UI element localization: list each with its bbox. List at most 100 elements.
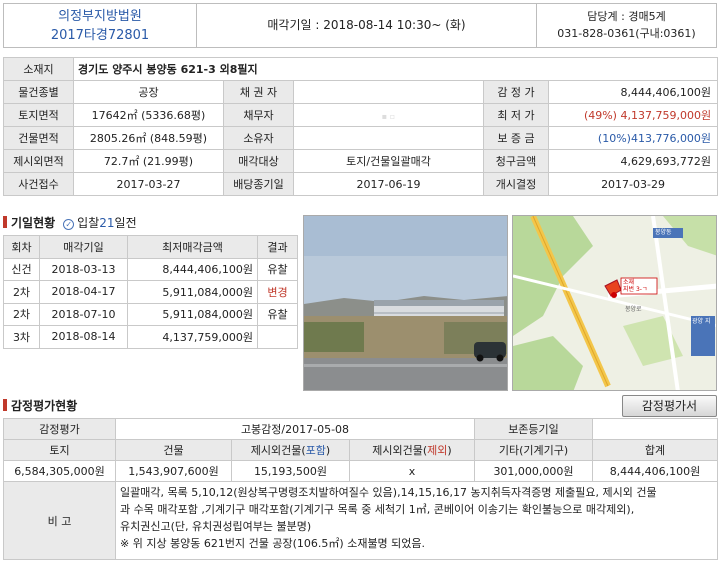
table-row: 6,584,305,000원 1,543,907,600원 15,193,500… (3, 460, 718, 482)
case-header: 의정부지방법원 2017타경72801 매각기일 : 2018-08-14 10… (3, 3, 717, 48)
result-cell: 변경 (257, 280, 298, 304)
court-info: 의정부지방법원 2017타경72801 (4, 4, 197, 47)
section-bar-icon (3, 399, 7, 411)
auction-date: 매각기일 : 2018-08-14 10:30~ (화) (197, 4, 537, 47)
map-label: 광양 지 (692, 318, 711, 325)
value-cell: 15,193,500원 (231, 460, 350, 482)
info-value: 공장 (73, 80, 224, 104)
map-label-site2: 지번 3-ㄱ (623, 286, 648, 293)
contact-info: 담당계 : 경매5계 031-828-0361(구내:0361) (537, 4, 716, 47)
value-cell: 301,000,000원 (474, 460, 593, 482)
location-label: 소재지 (3, 57, 74, 81)
info-value: 2017-06-19 (293, 172, 484, 196)
info-label: 최 저 가 (483, 103, 549, 127)
info-label: 개시결정 (483, 172, 549, 196)
date-cell: 2018-03-13 (39, 257, 128, 281)
header-include: 포함 (305, 444, 326, 457)
masked-mark: ▪ ▫ (381, 111, 396, 121)
department: 담당계 : 경매5계 (587, 10, 666, 23)
claim-amount: 4,629,693,772원 (547, 149, 719, 173)
note-line: 유치권신고(단, 유치권성립여부는 불분명) (120, 520, 312, 533)
round-cell: 2차 (3, 280, 40, 304)
info-row: 물건종별 공장 채 권 자 감 정 가 8,444,406,100원 (3, 80, 719, 104)
column-header: 기타(기계기구) (474, 439, 593, 461)
debtor-value: ▪ ▫ (293, 103, 484, 127)
info-row: 건물면적 2805.26㎡ (848.59평) 소유자 보 증 금 (10%)4… (3, 126, 719, 150)
date-cell: 2018-07-10 (39, 302, 128, 326)
visit-days: 21 (99, 216, 115, 230)
column-header: 합계 (592, 439, 718, 461)
info-label: 사건접수 (3, 172, 74, 196)
info-label: 매각대상 (223, 149, 294, 173)
table-row: 2차 2018-07-10 5,911,084,000원 유찰 (3, 302, 298, 326)
amount-cell: 8,444,406,100원 (127, 257, 258, 281)
info-value: 2805.26㎡ (848.59평) (73, 126, 224, 150)
deposit-value: (10%)413,776,000원 (547, 126, 719, 150)
appraisal-report-button[interactable]: 감정평가서 (622, 395, 717, 417)
property-photo[interactable] (303, 215, 508, 391)
amount-cell: 4,137,759,000원 (127, 325, 258, 349)
photo-image (304, 216, 507, 390)
column-header: 건물 (115, 439, 232, 461)
phone-number: 031-828-0361(구내:0361) (557, 27, 696, 40)
note-label: 비 고 (3, 481, 116, 560)
map-marker-icon (611, 292, 617, 298)
auction-history-table: 회차 매각기일 최저매각금액 결과 신건 2018-03-13 8,444,40… (3, 235, 298, 349)
info-label: 채무자 (223, 103, 294, 127)
note-content: 일괄매각, 목록 5,10,12(원상복구명령조치발하여질수 있음),14,15… (115, 481, 718, 560)
header-text: 제시외건물 (372, 444, 423, 457)
map-road-label: 봉양로 (625, 306, 642, 313)
date-cell: 2018-04-17 (39, 280, 128, 304)
column-header: 결과 (257, 235, 298, 259)
table-header-row: 회차 매각기일 최저매각금액 결과 (3, 235, 298, 259)
info-label: 소유자 (223, 126, 294, 150)
column-header: 회차 (3, 235, 40, 259)
info-label: 건물면적 (3, 126, 74, 150)
column-header: 토지 (3, 439, 116, 461)
amount-cell: 5,911,084,000원 (127, 280, 258, 304)
info-value: 2017-03-27 (73, 172, 224, 196)
map-image (513, 216, 716, 390)
column-header: 최저매각금액 (127, 235, 258, 259)
info-label: 청구금액 (483, 149, 549, 173)
visit-prefix: 입찰 (77, 216, 100, 230)
info-label: 채 권 자 (223, 80, 294, 104)
minimum-price: (49%) 4,137,759,000원 (547, 103, 719, 127)
round-cell: 2차 (3, 302, 40, 326)
location-map[interactable]: 봉양동 소재 지번 3-ㄱ 광양 지 봉양로 (512, 215, 717, 391)
property-info-table: 소재지 경기도 양주시 봉양동 621-3 외8필지 물건종별 공장 채 권 자… (3, 57, 719, 196)
header-exclude: 제외 (427, 444, 448, 457)
result-cell: 유찰 (257, 302, 298, 326)
appraiser-label: 감정평가 (3, 418, 116, 440)
map-label-site: 소재 (623, 279, 635, 286)
visit-suffix: 일전 (114, 216, 137, 230)
info-label: 배당종기일 (223, 172, 294, 196)
table-row: 신건 2018-03-13 8,444,406,100원 유찰 (3, 257, 298, 281)
case-number: 2017타경72801 (50, 28, 150, 43)
table-row: 3차 2018-08-14 4,137,759,000원 (3, 325, 298, 349)
appraisal-price: 8,444,406,100원 (547, 80, 719, 104)
info-label: 감 정 가 (483, 80, 549, 104)
appraisal-table: 감정평가 고봉감정/2017-05-08 보존등기일 토지 건물 제시외건물(포… (3, 418, 718, 560)
note-row: 비 고 일괄매각, 목록 5,10,12(원상복구명령조치발하여질수 있음),1… (3, 481, 718, 560)
appraisal-section-title: 감정평가현황 (3, 397, 77, 414)
section-bar-icon (3, 216, 7, 228)
map-label: 봉양동 (655, 229, 672, 236)
creditor-value (293, 80, 484, 104)
appraiser-value: 고봉감정/2017-05-08 (115, 418, 475, 440)
owner-value (293, 126, 484, 150)
sale-target-value: 토지/건물일괄매각 (293, 149, 484, 173)
result-cell: 유찰 (257, 257, 298, 281)
note-line: 과 수목 매각포함 ,기계기구 매각포함(기계기구 목록 중 세척기 1㎥, 콘… (120, 503, 635, 516)
registration-value (592, 418, 718, 440)
table-header-row: 토지 건물 제시외건물(포함) 제시외건물(제외) 기타(기계기구) 합계 (3, 439, 718, 461)
map-label: 소재 지번 3-ㄱ (623, 279, 647, 293)
info-row: 사건접수 2017-03-27 배당종기일 2017-06-19 개시결정 20… (3, 172, 719, 196)
round-cell: 신건 (3, 257, 40, 281)
appraisal-title: 감정평가현황 (11, 399, 78, 413)
court-name: 의정부지방법원 (58, 9, 142, 24)
check-circle-icon: ✓ (63, 219, 75, 230)
info-label: 토지면적 (3, 103, 74, 127)
value-cell: 8,444,406,100원 (592, 460, 718, 482)
note-line: 일괄매각, 목록 5,10,12(원상복구명령조치발하여질수 있음),14,15… (120, 486, 657, 499)
